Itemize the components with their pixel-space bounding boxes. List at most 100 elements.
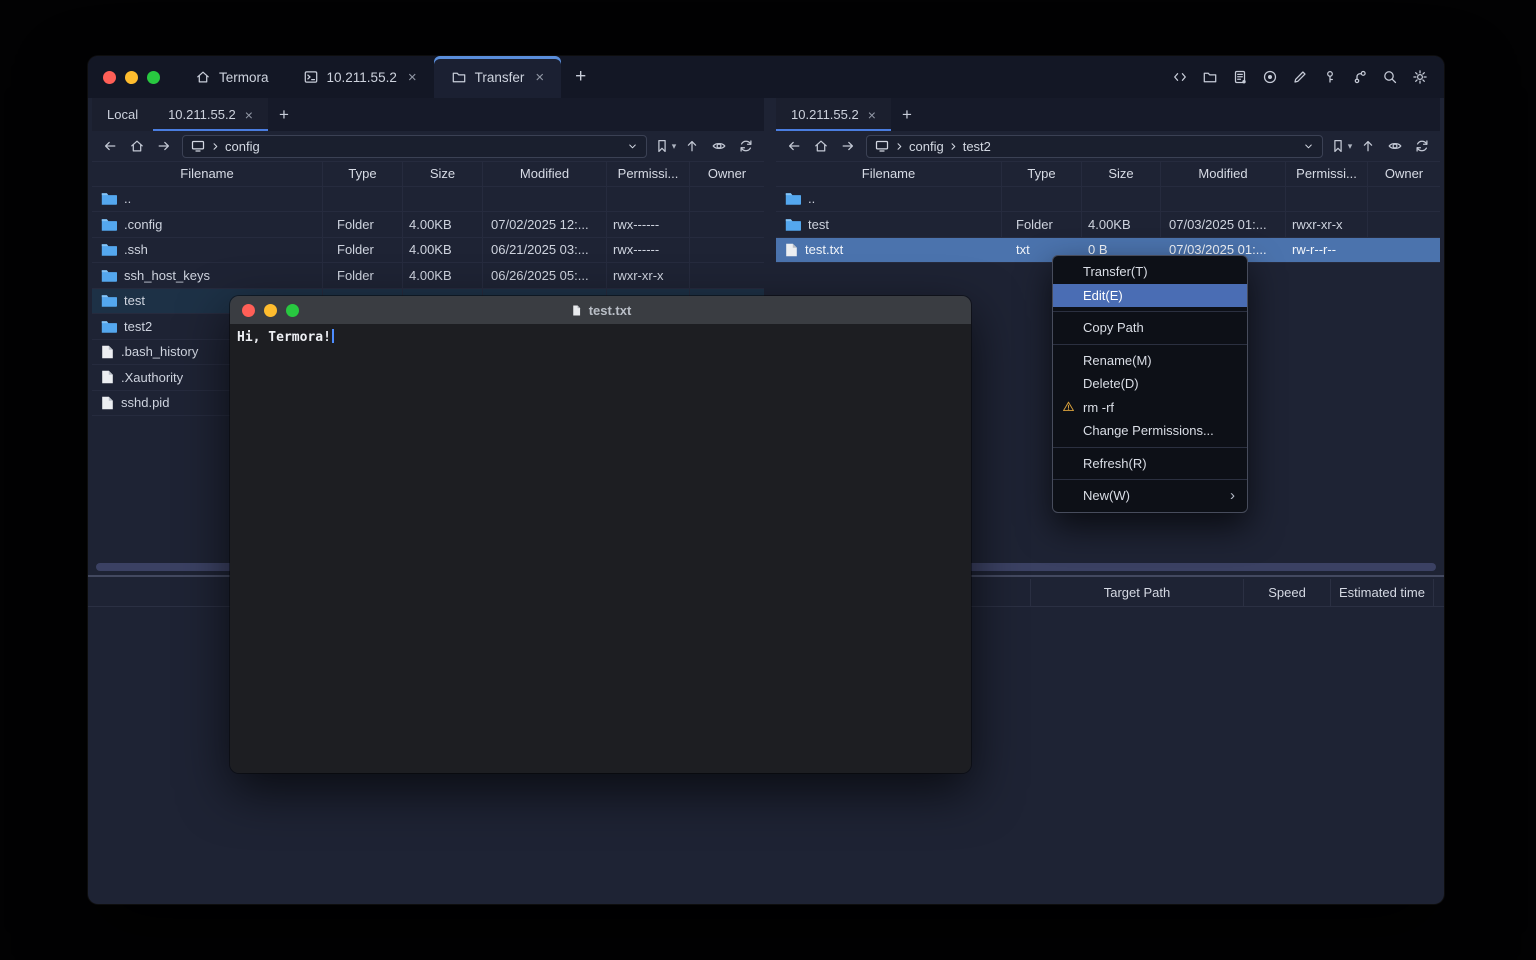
pencil-button[interactable] — [1287, 65, 1312, 90]
keychain-button[interactable] — [1347, 65, 1372, 90]
show-hidden-files-button[interactable] — [1382, 134, 1408, 158]
folder-icon — [101, 269, 117, 282]
filename-text: sshd.pid — [121, 395, 169, 410]
folder-button[interactable] — [1197, 65, 1222, 90]
cell-permissions: rwx------ — [607, 238, 690, 263]
table-row[interactable]: .configFolder4.00KB07/02/2025 12:...rwx-… — [92, 212, 764, 238]
transfer-column-speed[interactable]: Speed — [1243, 579, 1330, 606]
column-header-size[interactable]: Size — [403, 162, 483, 186]
tab-label: 10.211.55.2 — [791, 107, 859, 122]
bookmark-button[interactable]: ▾ — [1328, 134, 1354, 158]
new-tab-button[interactable]: + — [561, 56, 600, 98]
parent-directory-button[interactable] — [679, 134, 705, 158]
refresh-button[interactable] — [1409, 134, 1435, 158]
bookmark-button[interactable]: ▾ — [652, 134, 678, 158]
cell-permissions — [607, 187, 690, 212]
close-icon[interactable]: × — [408, 70, 417, 85]
menu-item-rm-rf[interactable]: rm -rf — [1053, 396, 1247, 420]
code-button[interactable] — [1167, 65, 1192, 90]
table-row[interactable]: ssh_host_keysFolder4.00KB06/26/2025 05:.… — [92, 263, 764, 289]
path-dropdown-icon — [626, 140, 639, 153]
menu-item-edit-e[interactable]: Edit(E) — [1053, 284, 1247, 308]
table-row[interactable]: .. — [776, 187, 1440, 213]
close-window-button[interactable] — [103, 71, 116, 84]
cell-filename: ssh_host_keys — [92, 263, 323, 288]
title-tab-termora[interactable]: Termora — [178, 56, 286, 98]
path-segment[interactable]: config — [225, 139, 260, 154]
parent-directory-button[interactable] — [1355, 134, 1381, 158]
gear-button[interactable] — [1407, 65, 1432, 90]
forward-button[interactable] — [835, 134, 861, 158]
transfer-column-estimated-time[interactable]: Estimated time — [1330, 579, 1433, 606]
folder-icon — [101, 320, 117, 333]
bookmark-dropdown-icon[interactable]: ▾ — [1348, 141, 1353, 152]
table-row[interactable]: .sshFolder4.00KB06/21/2025 03:...rwx----… — [92, 238, 764, 264]
key-button[interactable] — [1317, 65, 1342, 90]
record-button[interactable] — [1257, 65, 1282, 90]
show-hidden-files-button[interactable] — [706, 134, 732, 158]
new-pane-tab-button[interactable]: + — [891, 98, 923, 131]
column-header-size[interactable]: Size — [1082, 162, 1161, 186]
column-header-modified[interactable]: Modified — [483, 162, 607, 186]
pane-tab-10-211-55-2[interactable]: 10.211.55.2 × — [776, 98, 891, 131]
refresh-button[interactable] — [733, 134, 759, 158]
home-button[interactable] — [124, 134, 150, 158]
menu-item-delete-d[interactable]: Delete(D) — [1053, 372, 1247, 396]
editor-minimize-button[interactable] — [264, 304, 277, 317]
pane-tab-10-211-55-2[interactable]: 10.211.55.2 × — [153, 98, 268, 131]
menu-item-copy-path[interactable]: Copy Path — [1053, 316, 1247, 340]
editor-close-button[interactable] — [242, 304, 255, 317]
column-header-permissi[interactable]: Permissi... — [1286, 162, 1368, 186]
pane-tab-local[interactable]: Local — [92, 98, 153, 131]
computer-icon — [874, 138, 890, 154]
breadcrumb-separator-icon — [947, 140, 960, 153]
title-tab-10-211-55-2[interactable]: 10.211.55.2× — [286, 56, 434, 98]
home-button[interactable] — [808, 134, 834, 158]
table-row[interactable]: .. — [92, 187, 764, 213]
close-icon[interactable]: × — [868, 108, 876, 122]
menu-item-rename-m[interactable]: Rename(M) — [1053, 349, 1247, 373]
close-icon[interactable]: × — [535, 70, 544, 85]
log-button[interactable] — [1227, 65, 1252, 90]
new-pane-tab-button[interactable]: + — [268, 98, 300, 131]
path-segment[interactable]: config — [909, 139, 944, 154]
editor-content[interactable]: Hi, Termora! — [230, 324, 971, 773]
menu-item-new-w[interactable]: New(W)› — [1053, 484, 1247, 508]
title-tab-transfer[interactable]: Transfer× — [434, 56, 562, 98]
editor-maximize-button[interactable] — [286, 304, 299, 317]
back-button[interactable] — [97, 134, 123, 158]
record-icon — [1262, 69, 1278, 85]
back-button[interactable] — [781, 134, 807, 158]
editor-titlebar[interactable]: test.txt — [230, 296, 971, 324]
file-icon — [101, 370, 114, 384]
menu-item-transfer-t[interactable]: Transfer(T) — [1053, 260, 1247, 284]
minimize-window-button[interactable] — [125, 71, 138, 84]
path-field[interactable]: config test2 — [866, 135, 1323, 158]
column-header-owner[interactable]: Owner — [1368, 162, 1440, 186]
forward-button[interactable] — [151, 134, 177, 158]
menu-item-refresh-r[interactable]: Refresh(R) — [1053, 452, 1247, 476]
cell-owner — [1368, 238, 1440, 263]
eye-icon — [711, 138, 727, 154]
transfer-column-target-path[interactable]: Target Path — [1030, 579, 1243, 606]
column-header-filename[interactable]: Filename — [92, 162, 323, 186]
file-table: FilenameTypeSizeModifiedPermissi...Owner… — [776, 161, 1440, 263]
close-icon[interactable]: × — [245, 108, 253, 122]
cell-modified: 07/03/2025 01:... — [1161, 212, 1286, 237]
column-header-owner[interactable]: Owner — [690, 162, 764, 186]
column-header-type[interactable]: Type — [323, 162, 403, 186]
path-field[interactable]: config — [182, 135, 647, 158]
column-header-type[interactable]: Type — [1002, 162, 1082, 186]
column-header-modified[interactable]: Modified — [1161, 162, 1286, 186]
menu-item-change-permissions[interactable]: Change Permissions... — [1053, 419, 1247, 443]
cell-owner — [690, 187, 764, 212]
search-button[interactable] — [1377, 65, 1402, 90]
maximize-window-button[interactable] — [147, 71, 160, 84]
path-segment[interactable]: test2 — [963, 139, 991, 154]
column-header-permissi[interactable]: Permissi... — [607, 162, 690, 186]
tab-label: 10.211.55.2 — [168, 107, 236, 122]
column-header-filename[interactable]: Filename — [776, 162, 1002, 186]
breadcrumb-separator-icon — [209, 140, 222, 153]
bookmark-dropdown-icon[interactable]: ▾ — [672, 141, 677, 152]
table-row[interactable]: testFolder4.00KB07/03/2025 01:...rwxr-xr… — [776, 212, 1440, 238]
